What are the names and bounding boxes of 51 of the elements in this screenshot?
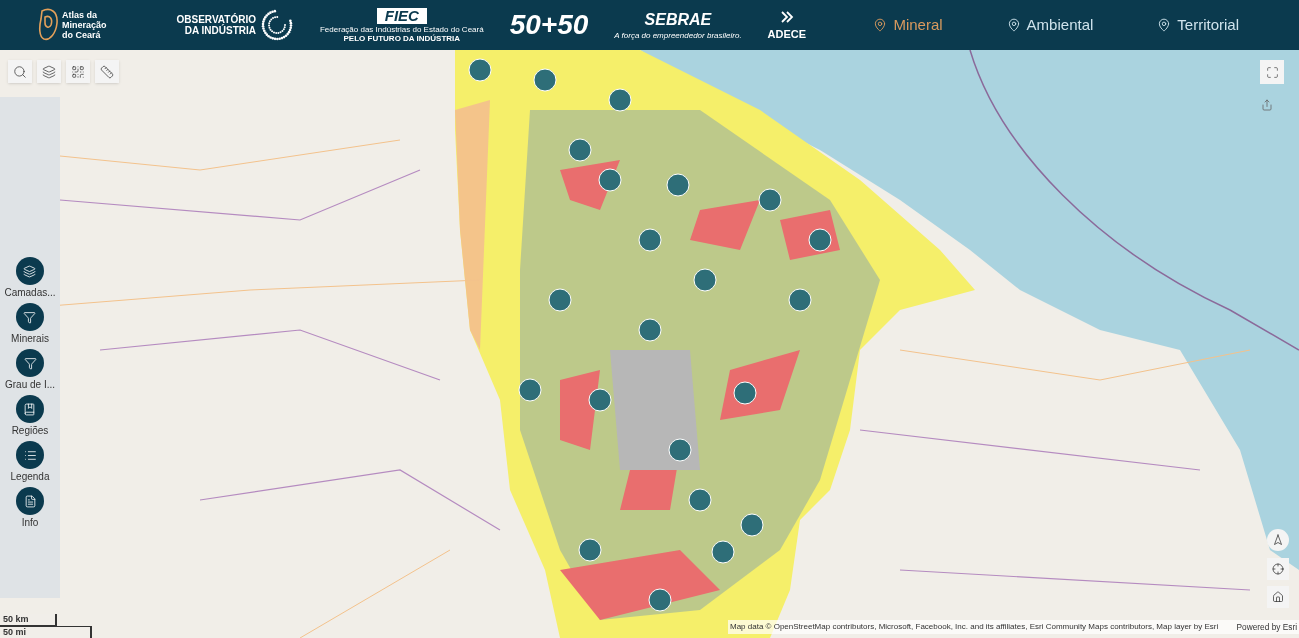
compass-icon — [1272, 534, 1284, 546]
scale-bar: 50 km — [0, 614, 57, 626]
observatorio-logo: OBSERVATÓRIO DA INDÚSTRIA — [176, 8, 294, 42]
funnel-icon — [23, 310, 37, 324]
fullscreen-button[interactable] — [1260, 60, 1284, 84]
search-icon — [13, 64, 27, 79]
map-pin-icon — [873, 18, 888, 32]
list-icon — [23, 448, 37, 462]
ruler-icon — [100, 64, 114, 79]
document-icon — [23, 494, 37, 508]
fifty-logo: 50+50 — [509, 11, 589, 39]
home-icon — [1272, 591, 1284, 603]
grid-button[interactable] — [66, 60, 90, 83]
layers-icon — [42, 64, 56, 79]
crosshair-icon — [1272, 563, 1284, 575]
funnel-icon — [23, 356, 37, 370]
map-pin-icon — [1006, 18, 1021, 32]
share-button[interactable] — [1260, 98, 1274, 112]
panel-button[interactable] — [16, 349, 44, 377]
nav-tab[interactable]: Mineral — [873, 13, 943, 37]
panel-label: Legenda — [10, 470, 50, 484]
adece-logo: ADECE — [767, 10, 807, 40]
panel-button[interactable] — [16, 257, 44, 285]
powered-by-link[interactable]: Powered by Esri — [1236, 621, 1297, 633]
map-pin-icon — [1157, 18, 1172, 32]
panel-label: Info — [21, 516, 39, 530]
attribution-text: Map data © OpenStreetMap contributors, Microsoft, Facebook, Inc. and its affiliates, Esri Community Maps contributors, Map layer by Esri — [730, 621, 1219, 633]
layers-icon — [23, 264, 37, 278]
bookmark-icon — [23, 402, 37, 416]
panel-label: Camadas... — [4, 286, 56, 300]
panel-label: Grau de I... — [5, 378, 55, 392]
app-logo[interactable]: Atlas da Mineração do Ceará — [38, 7, 107, 43]
panel-button[interactable] — [16, 487, 44, 515]
panel-button[interactable] — [16, 303, 44, 331]
nav-tab[interactable]: Ambiental — [1006, 13, 1094, 37]
nav-tab[interactable]: Territorial — [1157, 13, 1239, 37]
sebrae-logo: SEBRAE A força do empreendedor brasileiro. — [614, 10, 742, 40]
share-icon — [1261, 99, 1273, 111]
scale-bar: 50 mi — [0, 626, 92, 638]
ruler-button[interactable] — [95, 60, 119, 83]
fullscreen-icon — [1265, 65, 1279, 79]
panel-button[interactable] — [16, 441, 44, 469]
search-button[interactable] — [8, 60, 32, 83]
home-button[interactable] — [1267, 586, 1289, 608]
panel-button[interactable] — [16, 395, 44, 423]
layers-button[interactable] — [37, 60, 61, 83]
panel-label: Minerais — [11, 332, 49, 346]
fiec-logo: FIEC Federação das Indústrias do Estado do Ceará PELO FUTURO DA INDÚSTRIA — [320, 7, 484, 43]
grid-icon — [71, 64, 85, 79]
locate-button[interactable] — [1267, 558, 1289, 580]
panel-label: Regiões — [11, 424, 49, 438]
